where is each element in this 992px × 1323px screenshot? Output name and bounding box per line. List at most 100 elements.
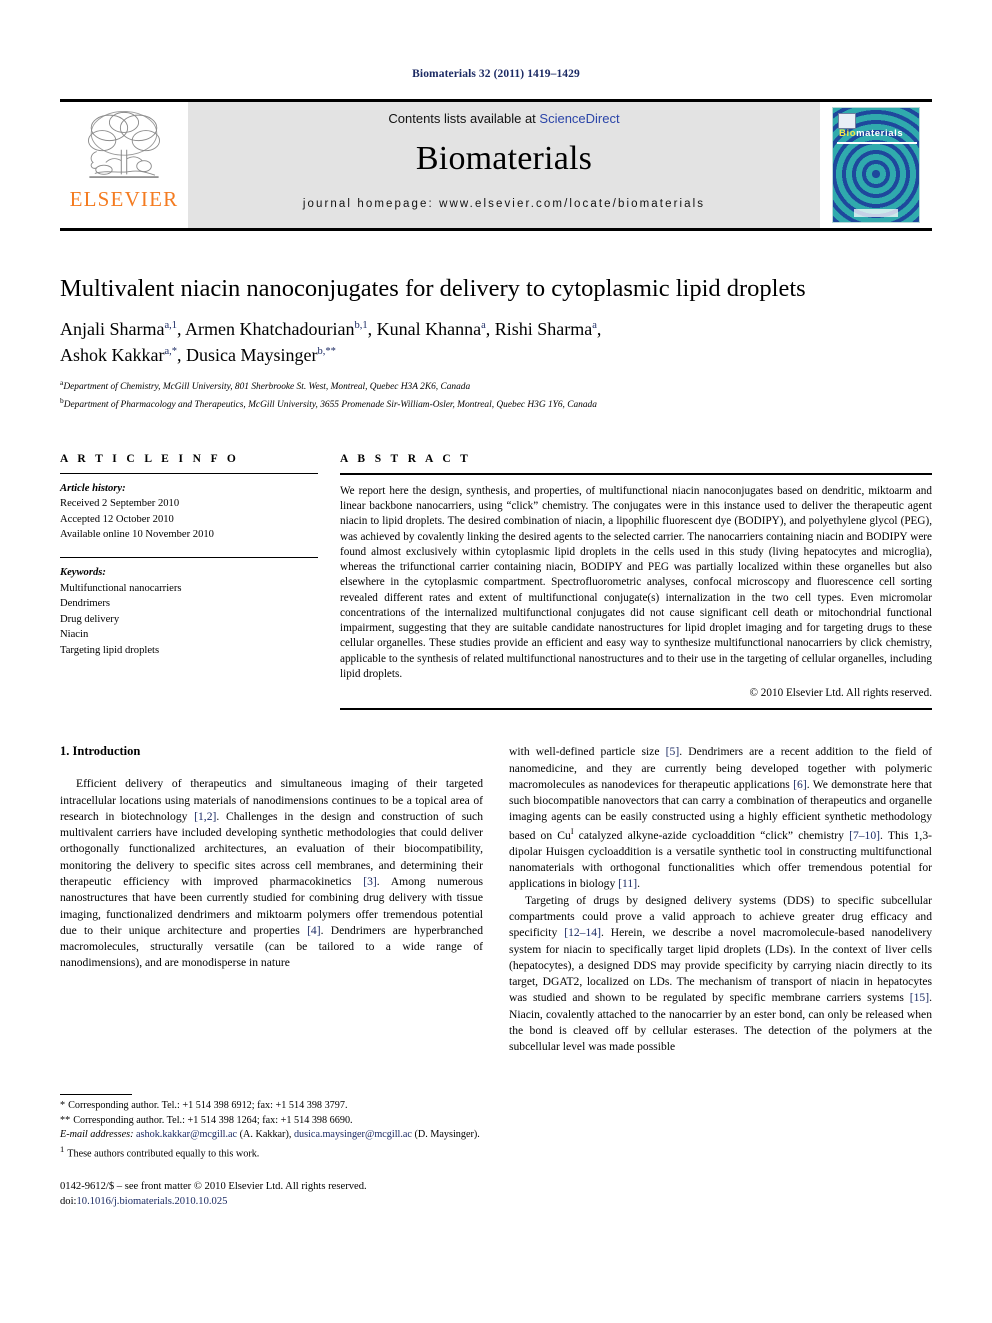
doi-label: doi: xyxy=(60,1195,77,1207)
citation-ref[interactable]: [6] xyxy=(793,778,807,791)
footnote-corresponding-2: ** Corresponding author. Tel.: +1 514 398… xyxy=(60,1114,483,1128)
footnotes-block: * Corresponding author. Tel.: +1 514 398 … xyxy=(60,1094,483,1209)
journal-cover-block: Biomaterials xyxy=(820,102,932,228)
author-affil-mark: a,1 xyxy=(164,320,178,332)
keyword: Dendrimers xyxy=(60,598,111,610)
abstract-text: We report here the design, synthesis, an… xyxy=(340,484,932,681)
article-history-label: Article history: xyxy=(60,482,126,494)
doi-line: doi:10.1016/j.biomaterials.2010.10.025 xyxy=(60,1194,483,1209)
citation-ref[interactable]: [12–14] xyxy=(564,926,601,939)
author-affil-mark: b,** xyxy=(317,345,336,357)
page-title: Multivalent niacin nanoconjugates for de… xyxy=(60,275,806,302)
divider xyxy=(60,557,318,559)
affiliation: aDepartment of Chemistry, McGill Univers… xyxy=(60,377,932,395)
history-accepted: Accepted 12 October 2010 xyxy=(60,513,174,525)
email-link-kakkar[interactable]: ashok.kakkar@mcgill.ac xyxy=(136,1129,237,1140)
divider xyxy=(60,472,318,474)
paragraph: Efficient delivery of therapeutics and s… xyxy=(60,777,484,970)
footnote-rule xyxy=(60,1094,132,1096)
footnote-text: Corresponding author. Tel.: +1 514 398 1… xyxy=(73,1114,353,1126)
affiliation-text: Department of Pharmacology and Therapeut… xyxy=(63,400,597,411)
author-name: Rishi Sharma xyxy=(494,319,593,340)
history-received: Received 2 September 2010 xyxy=(60,498,180,510)
imprint-block: 0142-9612/$ – see front matter © 2010 El… xyxy=(60,1179,483,1210)
author-affil-mark: b,1 xyxy=(354,320,368,332)
keyword: Targeting lipid droplets xyxy=(60,644,160,656)
title-block: Multivalent niacin nanoconjugates for de… xyxy=(60,275,932,413)
journal-homepage-line[interactable]: journal homepage: www.elsevier.com/locat… xyxy=(303,198,705,210)
citation-ref[interactable]: [3] xyxy=(363,875,377,888)
affiliations: aDepartment of Chemistry, McGill Univers… xyxy=(60,377,932,412)
keyword: Niacin xyxy=(60,629,89,641)
body-right-column: with well-defined particle size [5]. Den… xyxy=(509,744,932,1209)
footnote-corresponding-1: * Corresponding author. Tel.: +1 514 398 … xyxy=(60,1099,483,1113)
section-heading-introduction: 1. Introduction xyxy=(60,744,141,759)
author-affil-mark: a xyxy=(481,320,486,332)
author-affil-mark: a,* xyxy=(164,345,178,357)
author: Anjali Sharmaa,1 xyxy=(60,319,177,339)
author: Dusica Maysingerb,** xyxy=(186,345,336,365)
citation-ref[interactable]: [11] xyxy=(618,877,637,890)
citation-ref[interactable]: [4] xyxy=(307,924,321,937)
article-history: Article history: Received 2 September 20… xyxy=(60,481,318,543)
citation-ref[interactable]: [15] xyxy=(910,991,929,1004)
cover-publisher-mark xyxy=(838,113,856,129)
email-label: E-mail addresses: xyxy=(60,1129,134,1141)
affiliation-text: Department of Chemistry, McGill Universi… xyxy=(63,382,471,393)
info-abstract-section: A R T I C L E I N F O Article history: R… xyxy=(60,453,932,711)
keyword: Multifunctional nanocarriers xyxy=(60,582,182,594)
divider xyxy=(340,472,932,475)
paragraph: with well-defined particle size [5]. Den… xyxy=(509,745,933,891)
cover-title: Biomaterials xyxy=(839,128,903,139)
author-list: Anjali Sharmaa,1, Armen Khatchadourianb,… xyxy=(60,319,602,365)
journal-article-page: Biomaterials 32 (2011) 1419–1429 ELSEVIE… xyxy=(0,0,992,1323)
cover-title-part2: materials xyxy=(856,128,904,139)
footnote-emails: E-mail addresses: ashok.kakkar@mcgill.ac… xyxy=(60,1129,480,1141)
paragraph: Targeting of drugs by designed delivery … xyxy=(509,893,933,1054)
author-name: Kunal Khanna xyxy=(376,319,482,340)
abstract-heading: A B S T R A C T xyxy=(340,452,472,465)
running-head: Biomaterials 32 (2011) 1419–1429 xyxy=(412,68,580,80)
footnote-mark: * xyxy=(60,1100,66,1112)
author: Kunal Khannaa xyxy=(377,319,486,339)
author: Armen Khatchadourianb,1 xyxy=(185,319,368,339)
history-online: Available online 10 November 2010 xyxy=(60,529,214,541)
divider xyxy=(340,708,932,711)
abstract-copyright: © 2010 Elsevier Ltd. All rights reserved… xyxy=(749,687,933,700)
footnote-mark: ** xyxy=(60,1114,71,1126)
abstract-column: A B S T R A C T We report here the desig… xyxy=(340,453,932,711)
keywords-list: Keywords: Multifunctional nanocarriers D… xyxy=(60,565,318,658)
author-name: Armen Khatchadourian xyxy=(185,319,355,340)
keyword: Drug delivery xyxy=(60,613,120,625)
doi-value[interactable]: 10.1016/j.biomaterials.2010.10.025 xyxy=(76,1196,227,1207)
keywords-label: Keywords: xyxy=(60,567,106,579)
author: Ashok Kakkara,* xyxy=(60,345,177,365)
author-name: Ashok Kakkar xyxy=(60,344,165,365)
footnote-mark: 1 xyxy=(60,1143,65,1154)
affiliation: bDepartment of Pharmacology and Therapeu… xyxy=(60,395,932,413)
body-two-column: 1. Introduction Efficient delivery of th… xyxy=(60,744,932,1209)
author-affil-mark: a xyxy=(592,320,597,332)
body-left-column: 1. Introduction Efficient delivery of th… xyxy=(60,744,483,1209)
email-owner-kakkar: (A. Kakkar) xyxy=(239,1129,289,1141)
journal-cover-image: Biomaterials xyxy=(832,107,920,223)
cover-footer-bar xyxy=(854,209,898,217)
email-owner-maysinger: (D. Maysinger). xyxy=(414,1129,480,1141)
elsevier-logo: ELSEVIER xyxy=(60,102,188,228)
email-link-maysinger[interactable]: dusica.maysinger@mcgill.ac xyxy=(294,1129,412,1140)
article-info-heading: A R T I C L E I N F O xyxy=(60,452,240,465)
footnote-equal-contribution: 1 These authors contributed equally to th… xyxy=(60,1143,483,1162)
sciencedirect-link[interactable]: ScienceDirect xyxy=(539,111,619,126)
journal-band: Contents lists available at ScienceDirec… xyxy=(188,102,820,228)
citation-ref[interactable]: [7–10] xyxy=(849,829,880,842)
footnote-text: Corresponding author. Tel.: +1 514 398 6… xyxy=(68,1100,348,1112)
citation-ref[interactable]: [5] xyxy=(666,745,680,758)
journal-title: Biomaterials xyxy=(415,140,593,177)
citation-ref[interactable]: [1,2] xyxy=(194,810,216,823)
journal-masthead: ELSEVIER Contents lists available at Sci… xyxy=(60,99,932,231)
elsevier-wordmark: ELSEVIER xyxy=(69,187,179,211)
contents-prefix: Contents lists available at xyxy=(388,111,540,126)
footnote-text: These authors contributed equally to thi… xyxy=(67,1148,260,1160)
author-name: Anjali Sharma xyxy=(60,319,165,340)
cover-title-part1: Bio xyxy=(839,128,857,139)
